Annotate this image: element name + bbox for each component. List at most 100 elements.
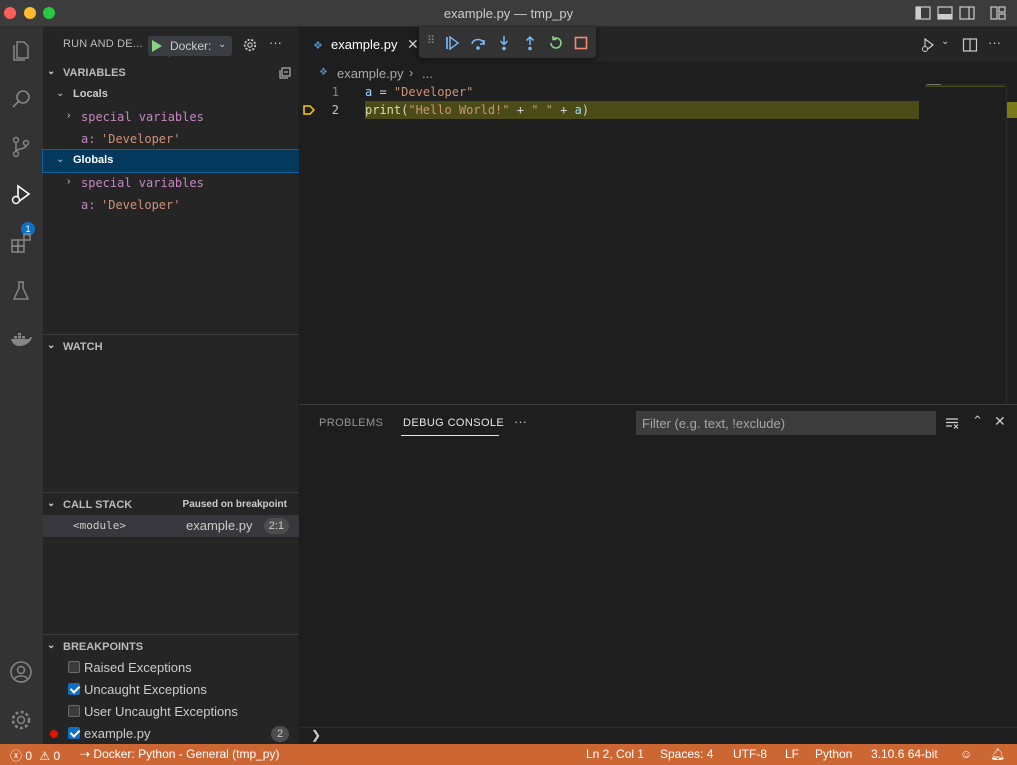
tab-debug-console[interactable]: DEBUG CONSOLE	[403, 417, 504, 429]
run-debug-dropdown-icon[interactable]	[921, 37, 937, 53]
testing-icon[interactable]	[5, 275, 37, 307]
extensions-icon[interactable]	[5, 227, 37, 259]
step-out-icon[interactable]	[522, 35, 538, 51]
call-stack-section-header[interactable]: ⌄ CALL STACK Paused on breakpoint	[43, 494, 299, 516]
globals-special-variables[interactable]: › special variables	[43, 172, 299, 194]
chevron-down-icon[interactable]: ⌄	[941, 36, 949, 47]
watch-section-header[interactable]: ⌄ WATCH	[43, 336, 299, 358]
toggle-primary-sidebar-icon[interactable]	[915, 6, 931, 20]
eol-status[interactable]: LF	[785, 747, 799, 761]
maximize-panel-icon[interactable]: ⌃	[972, 413, 983, 429]
frame-file: example.py	[186, 518, 253, 533]
chevron-down-icon[interactable]: ⌄	[218, 39, 226, 50]
activity-bar: 1	[0, 27, 43, 744]
chevron-down-icon: ⌄	[47, 640, 56, 651]
source-control-icon[interactable]	[5, 131, 37, 163]
checkbox[interactable]	[68, 683, 80, 695]
editor-scrollbar[interactable]	[1006, 84, 1017, 404]
step-into-icon[interactable]	[496, 35, 512, 51]
chevron-down-icon: ⌄	[56, 154, 65, 165]
search-icon[interactable]	[5, 83, 37, 115]
frame-position-badge: 2:1	[263, 518, 289, 534]
breadcrumb-file[interactable]: example.py	[337, 66, 403, 81]
locals-special-variables[interactable]: › special variables	[43, 106, 299, 128]
call-stack-status: Paused on breakpoint	[182, 499, 287, 510]
minimap-line	[925, 86, 1005, 87]
explorer-icon[interactable]	[5, 35, 37, 67]
breakpoint-user-uncaught-exceptions[interactable]: User Uncaught Exceptions	[43, 701, 299, 723]
customize-layout-icon[interactable]	[990, 6, 1006, 20]
step-over-icon[interactable]	[470, 35, 486, 51]
debug-target-status[interactable]: ⇢ Docker: Python - General (tmp_py)	[80, 747, 279, 761]
problems-status[interactable]: ⓧ 0 ⚠ 0	[10, 747, 60, 764]
open-launch-json-gear-icon[interactable]	[243, 38, 257, 52]
run-config-label: Docker:	[170, 39, 212, 53]
editor-more-actions-icon[interactable]: ···	[988, 35, 1001, 50]
code-token: +	[509, 103, 532, 117]
run-config-selector[interactable]: Docker: ⌄	[148, 36, 232, 58]
start-debugging-icon[interactable]	[152, 40, 173, 58]
globals-variable-a[interactable]: a: 'Developer'	[43, 194, 299, 216]
breakpoint-line-badge: 2	[271, 726, 289, 742]
cursor-position-status[interactable]: Ln 2, Col 1	[586, 747, 644, 761]
code-token: a	[574, 103, 582, 117]
call-stack-frame[interactable]: <module> example.py 2:1	[43, 515, 299, 537]
scope-locals[interactable]: ⌄ Locals	[43, 84, 299, 106]
variables-section-header[interactable]: ⌄ VARIABLES	[43, 62, 299, 84]
stop-icon[interactable]	[573, 35, 589, 51]
language-mode-status[interactable]: Python	[815, 747, 852, 761]
checkbox[interactable]	[68, 661, 80, 673]
code-token: =	[372, 85, 394, 99]
close-tab-icon[interactable]: ✕	[407, 36, 419, 53]
restart-icon[interactable]	[548, 35, 564, 51]
encoding-status[interactable]: UTF-8	[733, 747, 767, 761]
indentation-status[interactable]: Spaces: 4	[660, 747, 713, 761]
continue-icon[interactable]	[444, 35, 460, 51]
debug-console-filter-input[interactable]	[636, 411, 936, 435]
title-bar: example.py — tmp_py	[0, 0, 1017, 27]
window-title: example.py — tmp_py	[443, 6, 574, 21]
panel-more-icon[interactable]: ···	[514, 414, 527, 429]
breadcrumb-symbol[interactable]: ...	[422, 66, 433, 81]
split-editor-icon[interactable]	[962, 37, 978, 53]
code-text: a = "Developer"	[365, 85, 473, 99]
collapse-all-icon[interactable]	[279, 67, 291, 79]
clear-console-icon[interactable]	[944, 415, 960, 431]
tab-problems[interactable]: PROBLEMS	[319, 417, 383, 429]
feedback-icon[interactable]: ☺	[960, 747, 972, 761]
breakpoint-uncaught-exceptions[interactable]: Uncaught Exceptions	[43, 679, 299, 701]
docker-icon[interactable]	[5, 323, 37, 355]
locals-variable-a[interactable]: a: 'Developer'	[43, 128, 299, 150]
chevron-down-icon: ⌄	[47, 498, 56, 509]
active-tab-underline	[401, 435, 499, 436]
checkbox[interactable]	[68, 705, 80, 717]
accounts-icon[interactable]	[5, 656, 37, 688]
code-line-1[interactable]: 1 a = "Developer"	[299, 83, 919, 101]
more-actions-icon[interactable]: ···	[269, 35, 282, 50]
run-debug-sidebar: RUN AND DE... Docker: ⌄ ··· ⌄ VARIABLES …	[42, 27, 300, 745]
python-interpreter-status[interactable]: 3.10.6 64-bit	[871, 747, 938, 761]
breakpoint-example-py[interactable]: example.py 2	[43, 723, 299, 745]
code-token: print	[365, 103, 402, 117]
chevron-down-icon: ⌄	[47, 66, 56, 77]
warning-icon: ⚠	[39, 749, 51, 763]
notifications-bell-icon[interactable]: 🔔︎	[990, 747, 1005, 761]
close-panel-icon[interactable]: ✕	[994, 413, 1006, 430]
scope-globals[interactable]: ⌄ Globals	[42, 149, 300, 173]
code-token: "Developer"	[393, 85, 474, 99]
breakpoint-raised-exceptions[interactable]: Raised Exceptions	[43, 657, 299, 679]
chevron-right-icon: ›	[409, 65, 414, 80]
toggle-secondary-sidebar-icon[interactable]	[959, 6, 975, 20]
minimap[interactable]	[925, 84, 1005, 404]
chevron-right-icon: ›	[67, 110, 71, 121]
bottom-panel: PROBLEMS DEBUG CONSOLE ··· ⌃ ✕ ❯	[299, 404, 1017, 744]
debug-console-input[interactable]	[327, 728, 1007, 744]
manage-gear-icon[interactable]	[5, 704, 37, 736]
tab-example-py[interactable]: ❖ example.py ✕	[299, 27, 425, 62]
run-debug-icon[interactable]	[5, 179, 37, 211]
frame-name: <module>	[73, 519, 126, 532]
breakpoints-section-header[interactable]: ⌄ BREAKPOINTS	[43, 636, 299, 658]
checkbox[interactable]	[68, 727, 80, 739]
drag-handle-icon[interactable]: ⠿	[427, 34, 435, 47]
toggle-panel-icon[interactable]	[937, 6, 953, 20]
